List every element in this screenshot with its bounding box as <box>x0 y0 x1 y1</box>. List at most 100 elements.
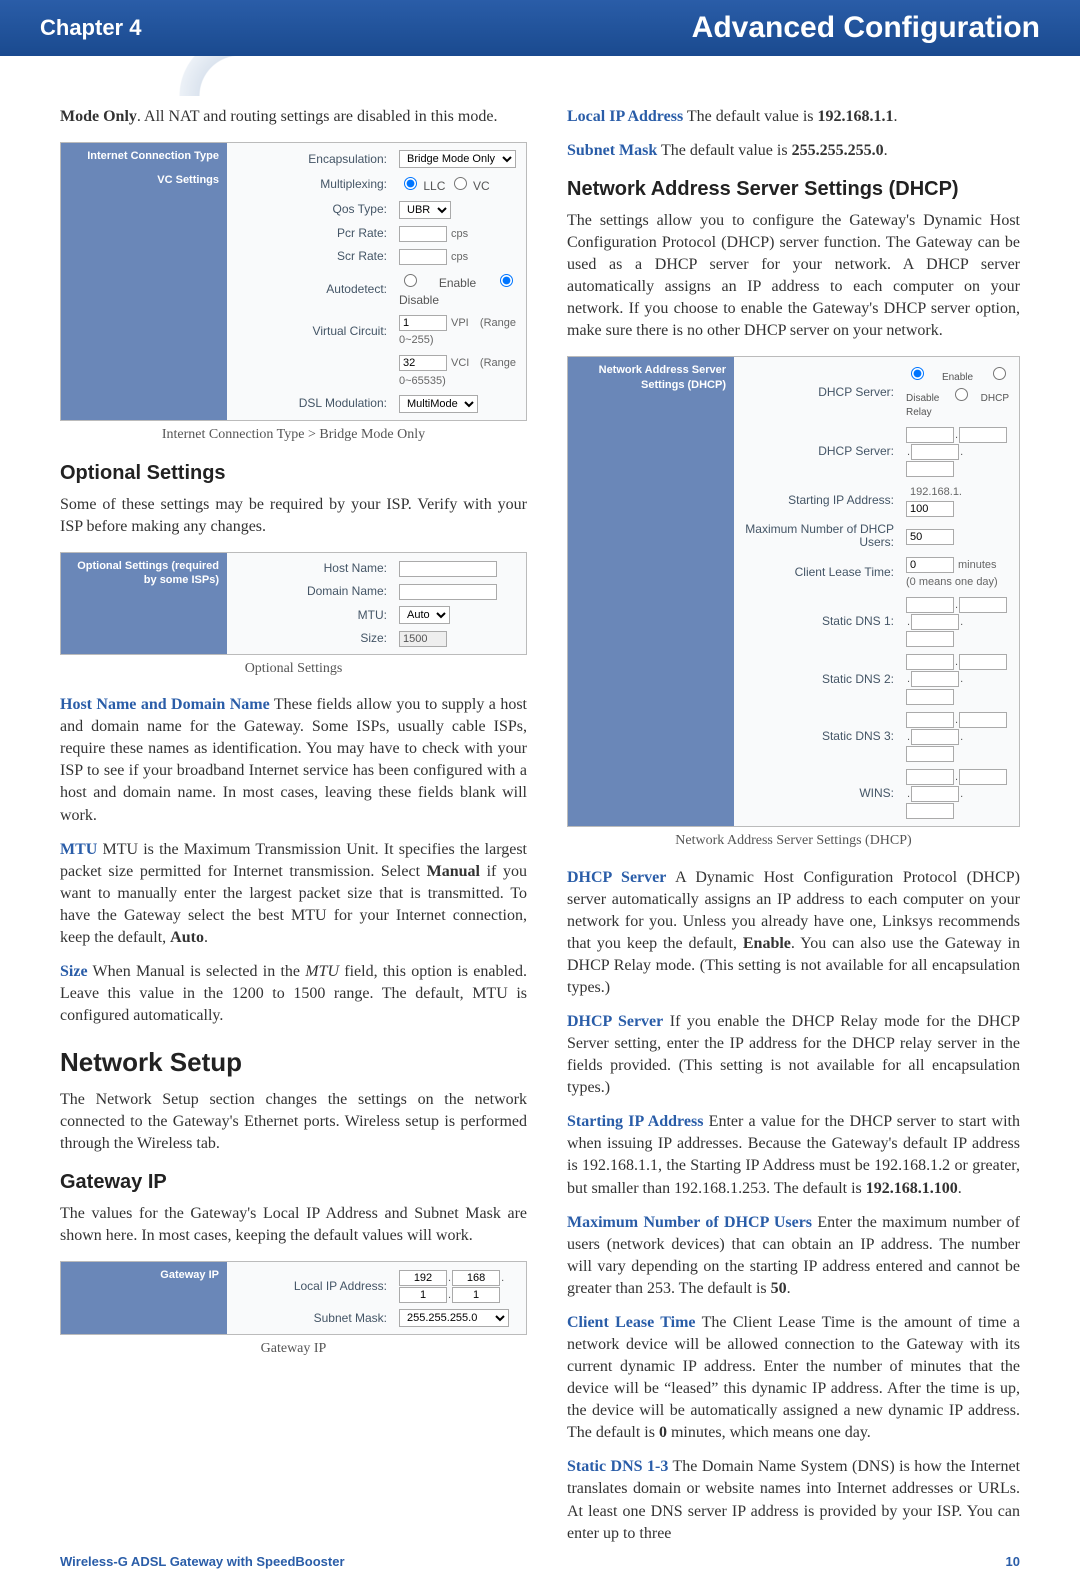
caption-bridge: Internet Connection Type > Bridge Mode O… <box>60 425 527 444</box>
local-ip-input[interactable]: ... <box>399 1269 516 1303</box>
mtu-para: MTU MTU is the Maximum Transmission Unit… <box>60 839 527 949</box>
page-body: Mode Only. All NAT and routing settings … <box>0 56 1080 1587</box>
figure-bridge-mode: Internet Connection Type VC Settings Enc… <box>60 142 527 421</box>
encap-label: Encapsulation: <box>237 151 399 168</box>
max-users-input[interactable] <box>906 529 954 545</box>
gateway-ip-heading: Gateway IP <box>60 1169 527 1197</box>
dhcp-relay-ip[interactable]: ... <box>906 426 1009 477</box>
dhcp-text: The settings allow you to configure the … <box>567 210 1020 342</box>
mtu-select[interactable]: Auto <box>399 606 450 624</box>
mode-only-label: Mode Only <box>60 108 137 125</box>
network-setup-heading: Network Setup <box>60 1045 527 1081</box>
dhcpsrv-label: DHCP Server: <box>744 384 906 401</box>
scr-unit: cps <box>451 251 468 263</box>
mux-llc[interactable]: LLC <box>399 179 445 193</box>
scr-label: Scr Rate: <box>237 248 399 265</box>
auto-enable[interactable]: Enable <box>399 276 476 290</box>
dhcp-server-para: DHCP Server A Dynamic Host Configuration… <box>567 867 1020 999</box>
chapter-label: Chapter 4 <box>40 15 141 41</box>
pcr-input[interactable] <box>399 226 447 242</box>
lease-input[interactable] <box>906 557 954 573</box>
subnet-para: Subnet Mask The default value is 255.255… <box>567 140 1020 162</box>
figure-main: Encapsulation:Bridge Mode Only Multiplex… <box>227 143 526 420</box>
qos-select[interactable]: UBR <box>399 201 451 219</box>
qos-label: Qos Type: <box>237 201 399 218</box>
size-title: Size <box>60 963 88 980</box>
optional-settings-text: Some of these settings may be required b… <box>60 494 527 538</box>
side-vc: VC Settings <box>69 173 219 187</box>
local-ip-para: Local IP Address The default value is 19… <box>567 106 1020 128</box>
subnet-select[interactable]: 255.255.255.0 <box>399 1309 509 1327</box>
scr-input[interactable] <box>399 249 447 265</box>
dns3-label: Static DNS 3: <box>744 728 906 745</box>
max-users-para: Maximum Number of DHCP Users Enter the m… <box>567 1212 1020 1300</box>
mux-label: Multiplexing: <box>237 176 399 193</box>
mux-vc[interactable]: VC <box>449 179 490 193</box>
dns3-input[interactable]: ... <box>906 711 1009 762</box>
size-input[interactable] <box>399 631 447 647</box>
size-label: Size: <box>237 630 399 647</box>
footer-product: Wireless-G ADSL Gateway with SpeedBooste… <box>60 1554 345 1569</box>
dsl-label: DSL Modulation: <box>237 395 399 412</box>
figure-gateway-side: Gateway IP <box>61 1262 227 1334</box>
host-domain-para: Host Name and Domain Name These fields a… <box>60 694 527 826</box>
static-dns-para: Static DNS 1-3 The Domain Name System (D… <box>567 1456 1020 1544</box>
start-ip-input[interactable] <box>906 501 954 517</box>
domain-input[interactable] <box>399 584 497 600</box>
start-ip-para: Starting IP Address Enter a value for th… <box>567 1111 1020 1199</box>
figure-dhcp-side: Network Address Server Settings (DHCP) <box>568 357 734 826</box>
page-footer: Wireless-G ADSL Gateway with SpeedBooste… <box>60 1554 1020 1569</box>
dns2-input[interactable]: ... <box>906 653 1009 704</box>
figure-dhcp: Network Address Server Settings (DHCP) D… <box>567 356 1020 827</box>
host-label: Host Name: <box>237 560 399 577</box>
dhcpsrv2-label: DHCP Server: <box>744 443 906 460</box>
vci-input[interactable] <box>399 355 447 371</box>
page-title: Advanced Configuration <box>692 11 1040 45</box>
gateway-ip-text: The values for the Gateway's Local IP Ad… <box>60 1203 527 1247</box>
network-setup-text: The Network Setup section changes the se… <box>60 1089 527 1155</box>
lease-label: Client Lease Time: <box>744 564 906 581</box>
dhcp-server2-para: DHCP Server If you enable the DHCP Relay… <box>567 1011 1020 1099</box>
side-ict: Internet Connection Type <box>69 149 219 163</box>
mode-only-rest: . All NAT and routing settings are disab… <box>137 108 498 125</box>
host-domain-title: Host Name and Domain Name <box>60 696 270 713</box>
dns1-input[interactable]: ... <box>906 596 1009 647</box>
page: Chapter 4 Advanced Configuration Mode On… <box>0 0 1080 1587</box>
start-ip-prefix: 192.168.1. <box>910 486 962 498</box>
dsl-select[interactable]: MultiMode <box>399 395 478 413</box>
start-ip-label: Starting IP Address: <box>744 492 906 509</box>
pcr-label: Pcr Rate: <box>237 225 399 242</box>
caption-dhcp: Network Address Server Settings (DHCP) <box>567 831 1020 850</box>
lease-para: Client Lease Time The Client Lease Time … <box>567 1312 1020 1444</box>
mtu-label: MTU: <box>237 607 399 624</box>
vc-label: Virtual Circuit: <box>237 323 399 340</box>
caption-optional: Optional Settings <box>60 659 527 678</box>
size-para: Size When Manual is selected in the MTU … <box>60 961 527 1027</box>
left-column: Mode Only. All NAT and routing settings … <box>60 106 527 1557</box>
figure-side: Internet Connection Type VC Settings <box>61 143 227 420</box>
pcr-unit: cps <box>451 228 468 240</box>
wins-label: WINS: <box>744 785 906 802</box>
mtu-title: MTU <box>60 841 97 858</box>
page-header: Chapter 4 Advanced Configuration <box>0 0 1080 56</box>
caption-gateway: Gateway IP <box>60 1339 527 1358</box>
host-input[interactable] <box>399 561 497 577</box>
dns2-label: Static DNS 2: <box>744 671 906 688</box>
dhcp-heading: Network Address Server Settings (DHCP) <box>567 176 1020 204</box>
figure-optional: Optional Settings (required by some ISPs… <box>60 552 527 655</box>
subnet-label: Subnet Mask: <box>237 1310 399 1327</box>
figure-gateway: Gateway IP Local IP Address:... Subnet M… <box>60 1261 527 1335</box>
encap-select[interactable]: Bridge Mode Only <box>399 150 516 168</box>
auto-label: Autodetect: <box>237 281 399 298</box>
vpi-input[interactable] <box>399 315 447 331</box>
mode-only-text: Mode Only. All NAT and routing settings … <box>60 106 527 128</box>
optional-settings-heading: Optional Settings <box>60 460 527 488</box>
local-ip-label: Local IP Address: <box>237 1278 399 1295</box>
header-curve <box>0 56 240 96</box>
wins-input[interactable]: ... <box>906 768 1009 819</box>
right-column: Local IP Address The default value is 19… <box>567 106 1020 1557</box>
max-users-label: Maximum Number of DHCP Users: <box>744 523 906 549</box>
footer-page: 10 <box>1006 1554 1020 1569</box>
domain-label: Domain Name: <box>237 583 399 600</box>
dhcp-enable[interactable]: Enable <box>906 372 973 383</box>
